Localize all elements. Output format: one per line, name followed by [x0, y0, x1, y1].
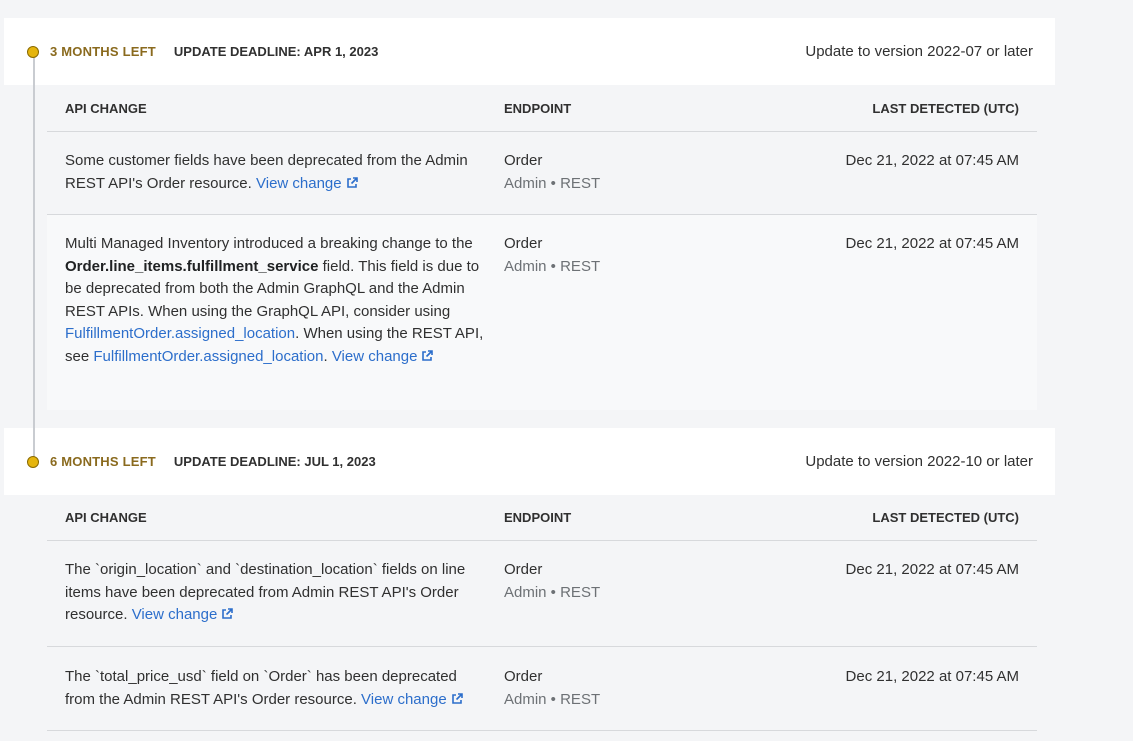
endpoint-api-type: Admin • REST: [504, 690, 601, 708]
last-detected-cell: Dec 21, 2022 at 07:45 AM: [845, 235, 1019, 252]
external-link-icon: [422, 349, 434, 361]
warning-dot-icon: [27, 455, 39, 468]
deadline-section-header: 6 MONTHS LEFT UPDATE DEADLINE: JUL 1, 20…: [4, 428, 1055, 495]
field-name: Order.line_items.fulfillment_service: [65, 257, 319, 275]
api-change-cell: The `total_price_usd` field on `Order` h…: [47, 666, 504, 730]
last-detected-cell: Dec 21, 2022 at 07:45 AM: [845, 668, 1019, 685]
column-header-api-change: API CHANGE: [65, 510, 147, 525]
view-change-link[interactable]: View change: [132, 606, 234, 623]
update-deadline-label: UPDATE DEADLINE: JUL 1, 2023: [173, 454, 376, 469]
api-change-text: The `origin_location` and `destination_l…: [65, 561, 466, 623]
view-change-link[interactable]: View change: [256, 175, 358, 192]
endpoint-cell: Order Admin • REST: [504, 666, 804, 730]
last-detected-cell: Dec 21, 2022 at 07:45 AM: [845, 561, 1019, 578]
update-version-text: Update to version 2022-07 or later: [805, 43, 1033, 60]
column-header-last-detected: LAST DETECTED (UTC): [872, 101, 1019, 116]
external-link-icon: [222, 608, 234, 619]
external-link-icon: [451, 692, 463, 704]
fulfillment-order-link[interactable]: FulfillmentOrder.assigned_location: [93, 348, 323, 365]
endpoint-resource: Order: [504, 668, 543, 685]
table-header: API CHANGE ENDPOINT LAST DETECTED (UTC): [47, 495, 1037, 541]
endpoint-cell: Order Admin • REST: [504, 150, 804, 214]
api-change-text: .: [323, 347, 328, 365]
view-change-link[interactable]: View change: [332, 348, 434, 365]
update-version-text: Update to version 2022-10 or later: [805, 453, 1033, 470]
table-row: Some customer fields have been deprecate…: [47, 132, 1037, 215]
column-header-endpoint: ENDPOINT: [504, 101, 572, 116]
deadline-section-header: 3 MONTHS LEFT UPDATE DEADLINE: APR 1, 20…: [4, 18, 1055, 85]
warning-dot-icon: [27, 45, 39, 58]
timeline-line: [33, 52, 35, 460]
table-row: Multi Managed Inventory introduced a bre…: [47, 215, 1037, 410]
column-header-api-change: API CHANGE: [65, 101, 147, 116]
api-change-text: Multi Managed Inventory introduced a bre…: [65, 235, 473, 252]
api-change-cell: Some customer fields have been deprecate…: [47, 150, 504, 214]
endpoint-resource: Order: [504, 152, 543, 169]
endpoint-api-type: Admin • REST: [504, 174, 601, 192]
endpoint-resource: Order: [504, 235, 543, 252]
endpoint-cell: Order Admin • REST: [504, 233, 804, 410]
months-left-label: 3 MONTHS LEFT: [50, 44, 156, 59]
last-detected-cell: Dec 21, 2022 at 07:45 AM: [845, 152, 1019, 169]
update-deadline-label: UPDATE DEADLINE: APR 1, 2023: [173, 44, 379, 59]
months-left-label: 6 MONTHS LEFT: [50, 454, 156, 469]
table-header: API CHANGE ENDPOINT LAST DETECTED (UTC): [47, 86, 1037, 132]
view-change-link[interactable]: View change: [361, 691, 463, 708]
endpoint-cell: Order Admin • REST: [504, 559, 804, 646]
api-change-cell: The `origin_location` and `destination_l…: [47, 559, 504, 646]
endpoint-api-type: Admin • REST: [504, 583, 601, 601]
column-header-endpoint: ENDPOINT: [504, 510, 572, 525]
fulfillment-order-link[interactable]: FulfillmentOrder.assigned_location: [65, 325, 295, 342]
endpoint-resource: Order: [504, 561, 543, 578]
column-header-last-detected: LAST DETECTED (UTC): [872, 510, 1019, 525]
table-row: The `origin_location` and `destination_l…: [47, 541, 1037, 647]
table-row: The `total_price_usd` field on `Order` h…: [47, 647, 1037, 731]
external-link-icon: [346, 176, 358, 188]
api-changes-table: API CHANGE ENDPOINT LAST DETECTED (UTC) …: [47, 495, 1037, 731]
api-change-cell: Multi Managed Inventory introduced a bre…: [47, 233, 504, 410]
api-changes-table: API CHANGE ENDPOINT LAST DETECTED (UTC) …: [47, 86, 1037, 410]
endpoint-api-type: Admin • REST: [504, 257, 601, 275]
